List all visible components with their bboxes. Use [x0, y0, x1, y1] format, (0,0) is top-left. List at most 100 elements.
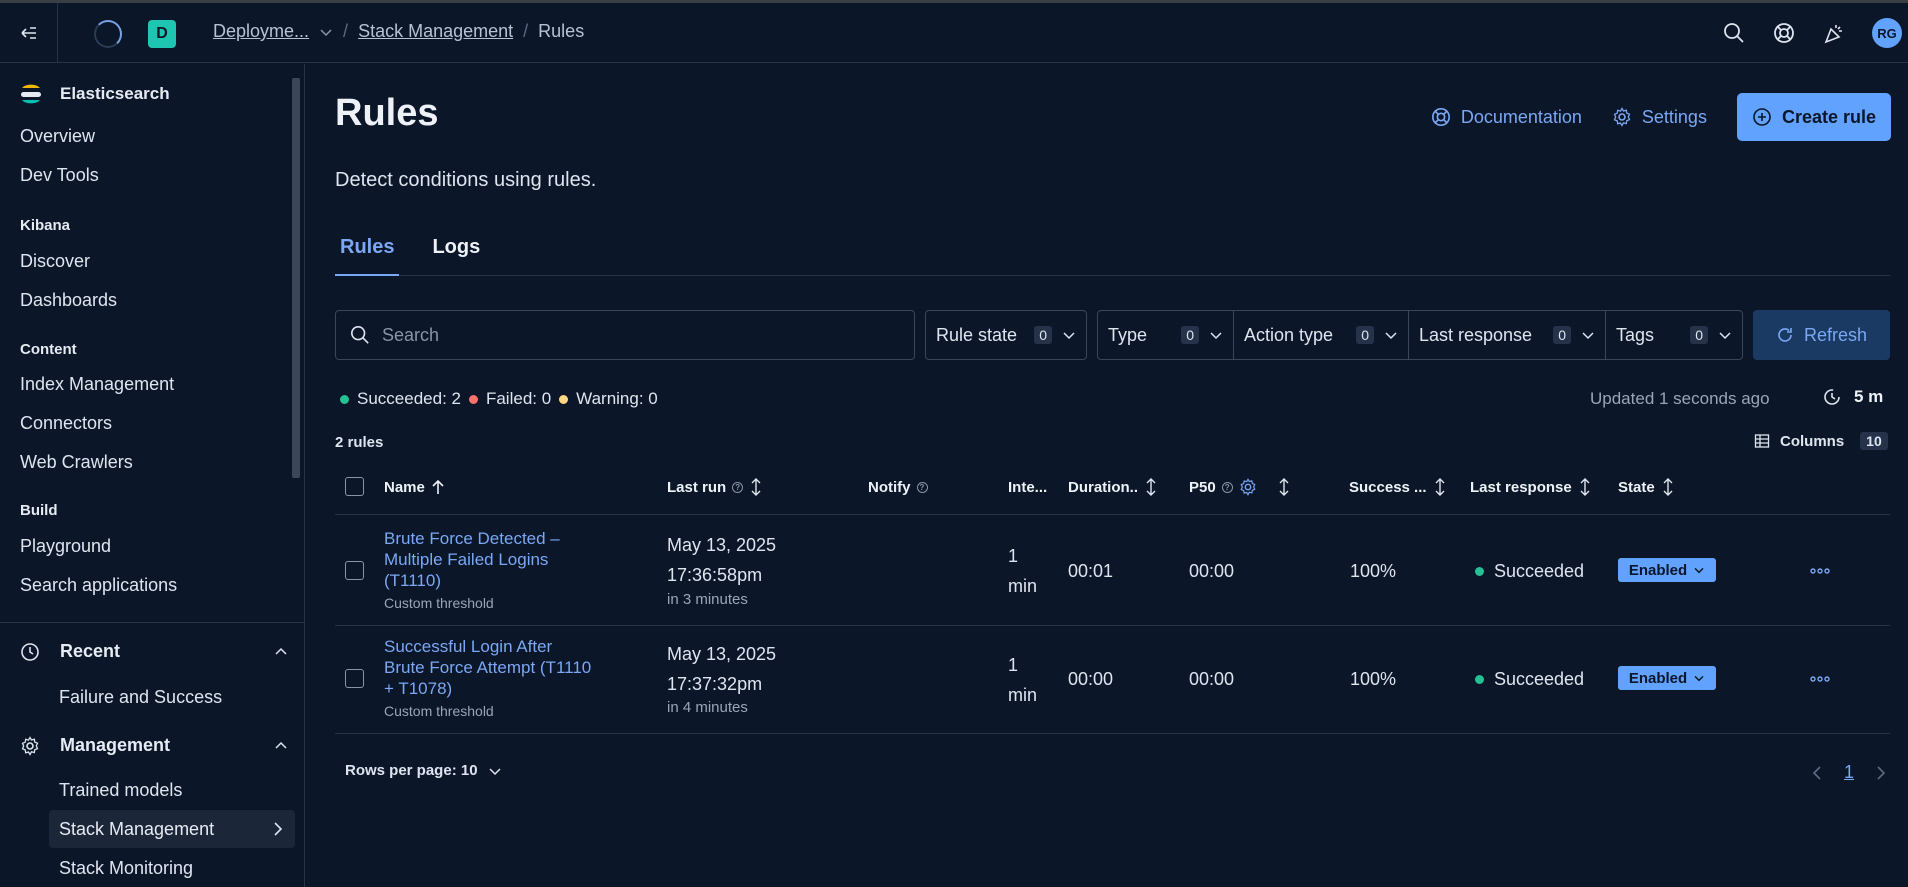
column-header-notify-label: Notify [868, 478, 911, 496]
column-header-interval[interactable]: Inte... [1008, 475, 1047, 499]
column-header-name[interactable]: Name [384, 475, 445, 499]
updated-timestamp: Updated 1 seconds ago [1590, 389, 1770, 408]
user-avatar[interactable]: RG [1872, 18, 1902, 48]
row-divider [335, 625, 1890, 626]
last-run-date: May 13, 2025 [667, 644, 777, 664]
news-feed-button[interactable] [1822, 21, 1846, 45]
success-dot-icon [1475, 567, 1484, 576]
tab-logs[interactable]: Logs [427, 236, 485, 276]
sort-icon [751, 478, 761, 496]
rule-state-filter[interactable]: Rule state 0 [926, 311, 1086, 359]
chevron-right-icon[interactable] [1876, 765, 1886, 781]
help-button[interactable] [1772, 21, 1796, 45]
row-actions-button[interactable] [1808, 563, 1832, 579]
deployment-badge[interactable]: D [148, 20, 176, 48]
state-dropdown[interactable]: Enabled [1618, 558, 1716, 582]
settings-label: Settings [1641, 106, 1707, 127]
rule-name-link[interactable]: Successful Login After Brute Force Attem… [384, 636, 594, 699]
info-icon: ? [916, 481, 928, 493]
state-label: Enabled [1628, 669, 1688, 687]
filters-group: Type 0 Action type 0 Last response 0 Tag… [1097, 310, 1743, 360]
tab-rules[interactable]: Rules [335, 236, 400, 276]
create-rule-button[interactable]: Create rule [1736, 93, 1891, 141]
sidebar-item-failure-and-success[interactable]: Failure and Success [59, 687, 222, 708]
help-lifebuoy-icon [1774, 23, 1794, 43]
search-button[interactable] [1722, 21, 1746, 45]
chevron-right-icon [274, 822, 283, 836]
sidebar-item-web-crawlers[interactable]: Web Crawlers [20, 452, 133, 473]
info-icon: ? [1221, 481, 1233, 493]
sidebar-item-stack-monitoring[interactable]: Stack Monitoring [59, 858, 193, 879]
chevron-down-icon[interactable] [319, 27, 333, 37]
column-header-success-ratio-label: Success ... [1349, 478, 1427, 496]
column-header-notify: Notify ? [868, 475, 928, 499]
column-header-state[interactable]: State [1618, 475, 1675, 499]
column-header-p50[interactable]: P50 ? [1189, 475, 1291, 499]
gear-icon [21, 735, 39, 756]
sidebar-item-index-management[interactable]: Index Management [20, 374, 174, 395]
last-response-filter[interactable]: Last response 0 [1409, 311, 1606, 359]
scrollbar-thumb[interactable] [292, 78, 300, 478]
sidebar-section-recent[interactable]: Recent [20, 641, 288, 662]
row-checkbox[interactable] [345, 561, 364, 580]
column-header-interval-label: Inte... [1008, 478, 1048, 496]
settings-button[interactable]: Settings [1612, 107, 1707, 128]
page-number-button[interactable]: 1 [1844, 762, 1854, 783]
more-horizontal-icon [1810, 568, 1830, 574]
status-warning-label: Warning: 0 [576, 389, 658, 408]
gear-icon[interactable] [1239, 478, 1257, 496]
rule-count: 2 rules [335, 434, 384, 451]
sidebar-item-stack-management[interactable]: Stack Management [49, 810, 295, 848]
sidebar-item-dashboards[interactable]: Dashboards [20, 290, 117, 311]
action-type-filter[interactable]: Action type 0 [1234, 311, 1409, 359]
success-dot-icon [1475, 675, 1484, 684]
sidebar-item-connectors[interactable]: Connectors [20, 413, 112, 434]
chevron-left-icon[interactable] [1812, 765, 1822, 781]
sidebar-scrollbar[interactable] [290, 70, 300, 618]
column-header-last-run[interactable]: Last run ? [667, 475, 763, 499]
column-header-success-ratio[interactable]: Success ... [1349, 475, 1447, 499]
collapse-nav-button[interactable] [0, 3, 58, 63]
row-checkbox[interactable] [345, 669, 364, 688]
column-header-duration[interactable]: Duration.. [1068, 475, 1158, 499]
rows-per-page-select[interactable]: Rows per page: 10 [345, 762, 502, 779]
rule-type: Custom threshold [384, 703, 494, 719]
sidebar-section-management-label: Management [60, 735, 171, 755]
sidebar-item-discover[interactable]: Discover [20, 251, 90, 272]
sidebar-item-dev-tools[interactable]: Dev Tools [20, 165, 99, 186]
search-input[interactable] [382, 324, 882, 346]
last-response-status: Succeeded [1475, 561, 1584, 582]
sidebar-title[interactable]: Elasticsearch [20, 82, 170, 106]
select-all-checkbox[interactable] [345, 477, 364, 496]
rule-state-filter-count: 0 [1034, 326, 1052, 344]
gear-icon [1613, 107, 1631, 127]
column-header-p50-label: P50 [1189, 478, 1216, 496]
type-filter[interactable]: Type 0 [1098, 311, 1234, 359]
last-response-filter-label: Last response [1419, 324, 1533, 345]
refresh-button[interactable]: Refresh [1753, 310, 1890, 360]
column-header-last-response[interactable]: Last response [1470, 475, 1592, 499]
last-run-time: 17:36:58pm [667, 565, 763, 585]
sidebar-item-trained-models[interactable]: Trained models [59, 780, 182, 801]
success-dot-icon [340, 394, 349, 404]
page-title: Rules [335, 92, 439, 134]
breadcrumb-deployment[interactable]: Deployme... [213, 21, 309, 42]
state-dropdown[interactable]: Enabled [1618, 666, 1716, 690]
breadcrumb-separator: / [523, 21, 529, 41]
column-header-last-response-label: Last response [1470, 478, 1572, 496]
sidebar-item-stack-management-label: Stack Management [59, 818, 215, 839]
columns-button[interactable]: Columns 10 [1754, 432, 1888, 450]
sidebar-item-playground[interactable]: Playground [20, 536, 111, 557]
auto-refresh-interval[interactable]: 5 m [1822, 387, 1883, 407]
tags-filter-count: 0 [1690, 326, 1708, 344]
tags-filter[interactable]: Tags 0 [1606, 311, 1742, 359]
sidebar-item-search-applications[interactable]: Search applications [20, 575, 177, 596]
sidebar-section-management[interactable]: Management [20, 735, 288, 756]
documentation-link[interactable]: Documentation [1431, 107, 1582, 128]
breadcrumb-stack-management[interactable]: Stack Management [358, 21, 513, 42]
rule-name-link[interactable]: Brute Force Detected – Multiple Failed L… [384, 528, 594, 591]
failed-dot-icon [468, 394, 478, 404]
sidebar-item-overview[interactable]: Overview [20, 126, 95, 147]
sidebar-group-build: Build [20, 502, 58, 519]
row-actions-button[interactable] [1808, 671, 1832, 687]
